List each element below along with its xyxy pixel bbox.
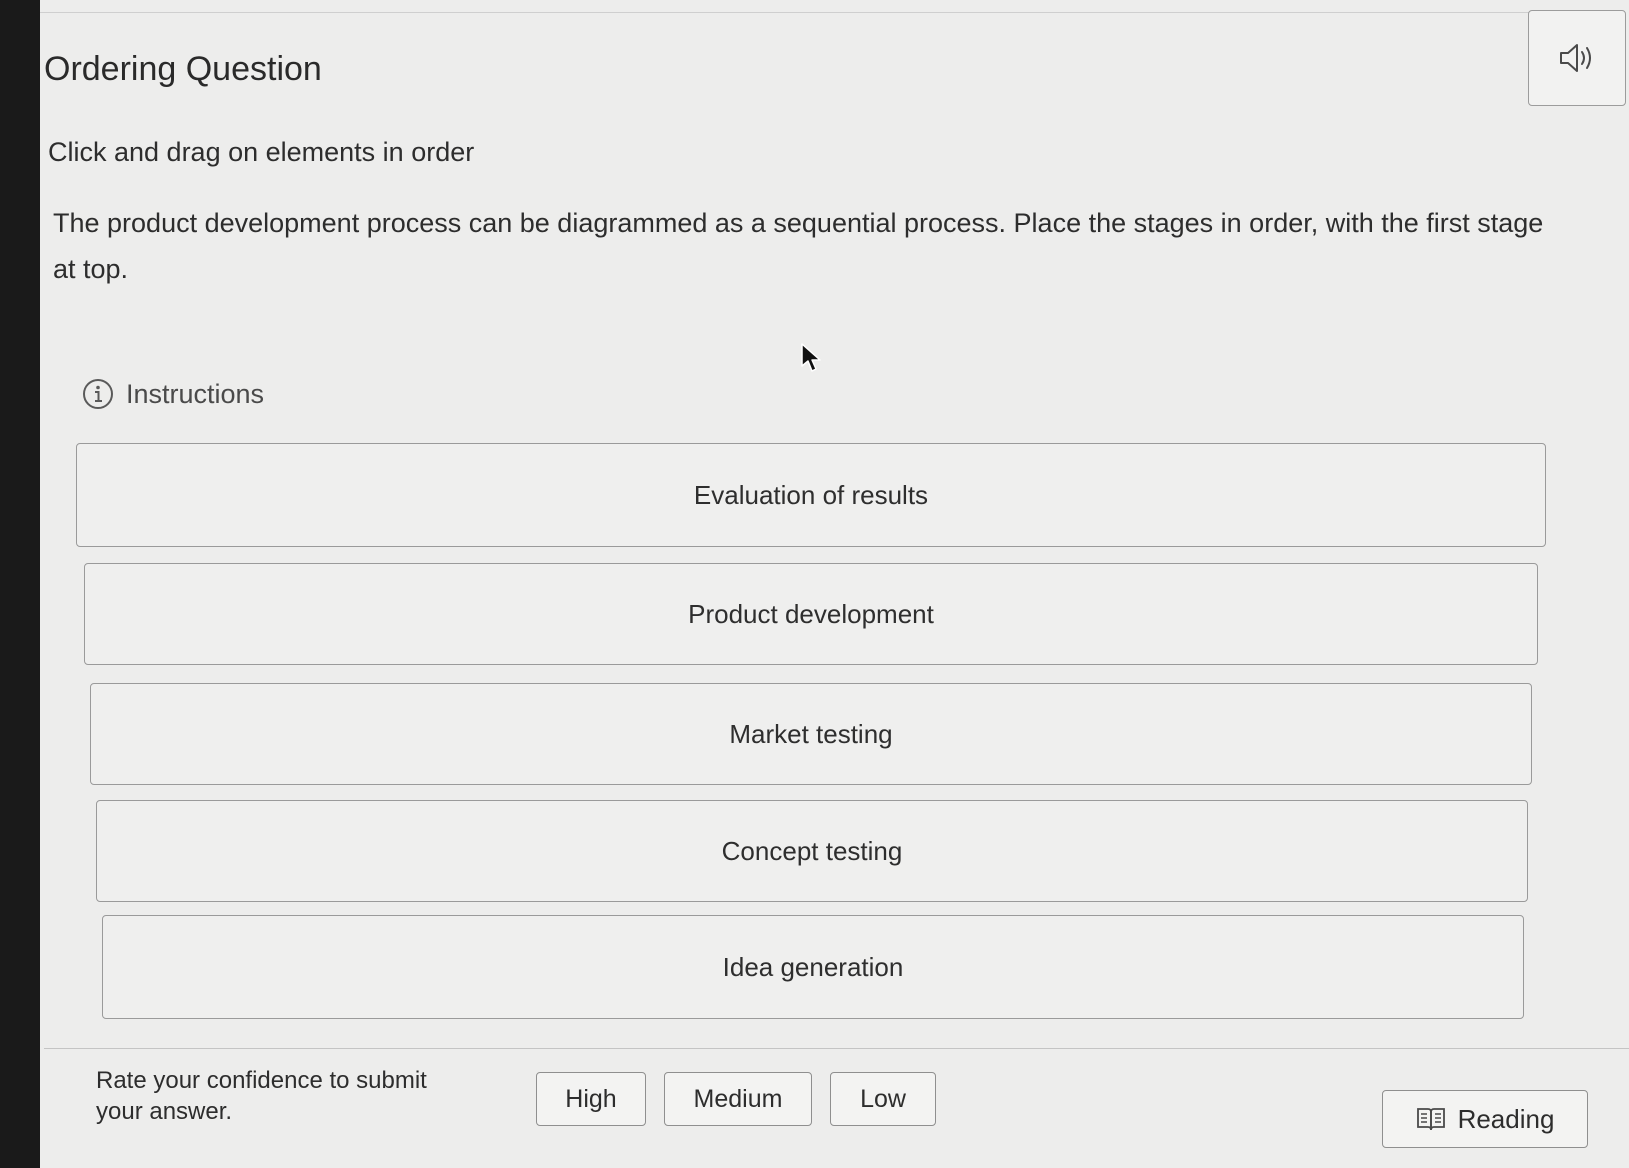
footer-divider (44, 1048, 1629, 1049)
info-icon (83, 379, 113, 409)
order-item[interactable]: Market testing (90, 683, 1532, 785)
confidence-prompt: Rate your confidence to submit your answ… (96, 1067, 427, 1125)
question-subtitle: Click and drag on elements in order (48, 137, 475, 167)
reading-label: Reading (1457, 1103, 1555, 1134)
instructions-label: Instructions (126, 378, 265, 409)
order-item-label: Market testing (729, 718, 893, 749)
order-item-label: Product development (688, 598, 934, 629)
reading-button[interactable]: Reading (1382, 1090, 1588, 1148)
read-aloud-button[interactable] (1528, 10, 1626, 106)
top-divider (40, 12, 1560, 13)
page-title: Ordering Question (44, 50, 322, 88)
speaker-icon (1560, 44, 1591, 72)
confidence-low-button[interactable]: Low (830, 1072, 936, 1126)
order-item-label: Concept testing (721, 835, 903, 866)
confidence-high-button[interactable]: High (536, 1072, 646, 1126)
confidence-medium-button[interactable]: Medium (664, 1072, 812, 1126)
question-prompt: The product development process can be d… (53, 208, 1544, 284)
order-item[interactable]: Evaluation of results (76, 443, 1546, 547)
question-panel: Ordering Question Click and drag on elem… (40, 0, 1629, 1168)
book-icon (1416, 1108, 1445, 1131)
order-item[interactable]: Product development (84, 563, 1538, 665)
mouse-pointer-icon (801, 343, 821, 372)
instructions-toggle[interactable]: Instructions (82, 378, 264, 410)
order-item[interactable]: Idea generation (102, 915, 1524, 1019)
order-item-label: Idea generation (722, 951, 904, 982)
order-item-label: Evaluation of results (693, 479, 929, 510)
order-item[interactable]: Concept testing (96, 800, 1528, 902)
